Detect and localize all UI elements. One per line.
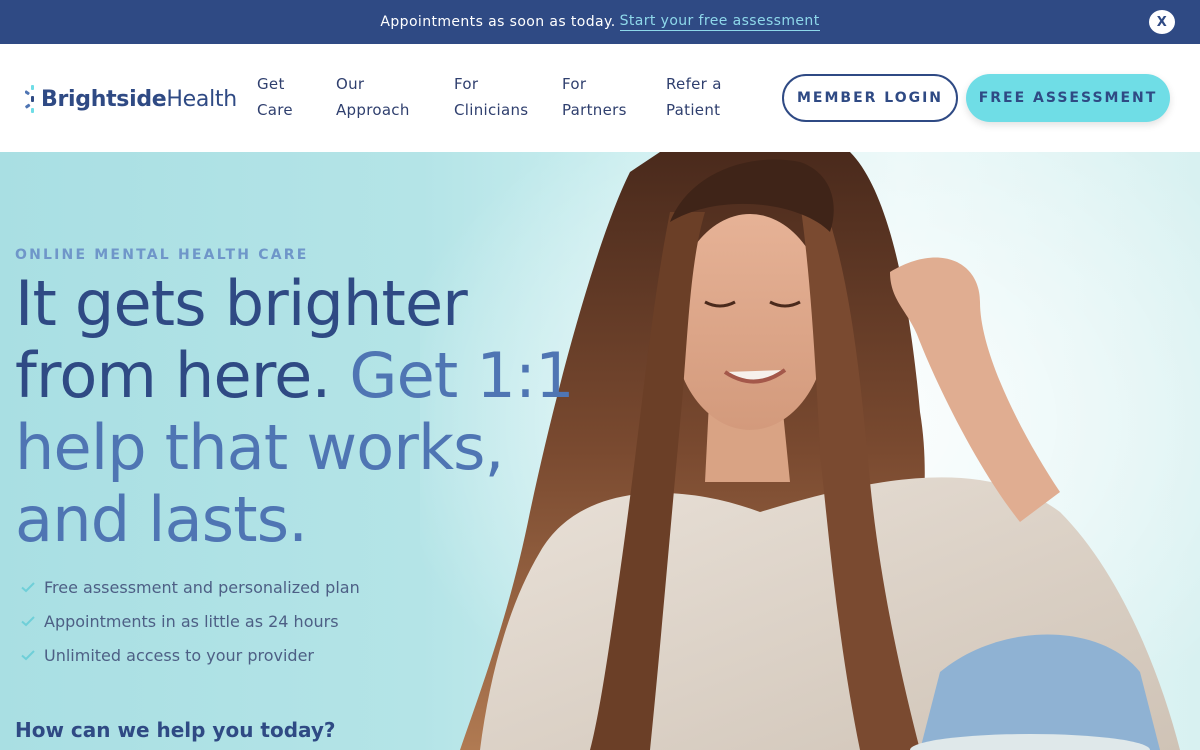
close-icon[interactable]: X bbox=[1149, 10, 1175, 34]
benefit-item: Free assessment and personalized plan bbox=[20, 570, 360, 604]
hero-section: ONLINE MENTAL HEALTH CARE It gets bright… bbox=[0, 152, 1200, 750]
check-icon bbox=[21, 650, 35, 661]
check-icon bbox=[21, 582, 35, 593]
announcement-message: Appointments as soon as today. bbox=[380, 14, 616, 30]
benefit-item: Appointments in as little as 24 hours bbox=[20, 604, 360, 638]
brightside-logo[interactable]: BrightsideHealth bbox=[25, 85, 237, 113]
nav-for-clinicians[interactable]: For Clinicians bbox=[454, 71, 528, 123]
logo-text: BrightsideHealth bbox=[41, 86, 237, 112]
hero-eyebrow: ONLINE MENTAL HEALTH CARE bbox=[15, 247, 309, 263]
hero-headline: It gets brighter from here. Get 1:1 help… bbox=[15, 268, 595, 556]
free-assessment-button[interactable]: FREE ASSESSMENT bbox=[966, 74, 1170, 122]
benefits-list: Free assessment and personalized plan Ap… bbox=[20, 570, 360, 672]
check-icon bbox=[21, 616, 35, 627]
nav-for-partners[interactable]: For Partners bbox=[562, 71, 627, 123]
start-assessment-link[interactable]: Start your free assessment bbox=[619, 13, 820, 31]
announcement-bar: Appointments as soon as today. Start you… bbox=[0, 0, 1200, 44]
logo-spark-icon bbox=[25, 85, 34, 113]
site-header: BrightsideHealth Get Care Our Approach For… bbox=[0, 44, 1200, 152]
nav-our-approach[interactable]: Our Approach bbox=[336, 71, 410, 123]
nav-get-care[interactable]: Get Care bbox=[257, 71, 293, 123]
member-login-button[interactable]: MEMBER LOGIN bbox=[782, 74, 958, 122]
benefit-item: Unlimited access to your provider bbox=[20, 638, 360, 672]
help-prompt: How can we help you today? bbox=[15, 718, 336, 742]
nav-refer-patient[interactable]: Refer a Patient bbox=[666, 71, 722, 123]
